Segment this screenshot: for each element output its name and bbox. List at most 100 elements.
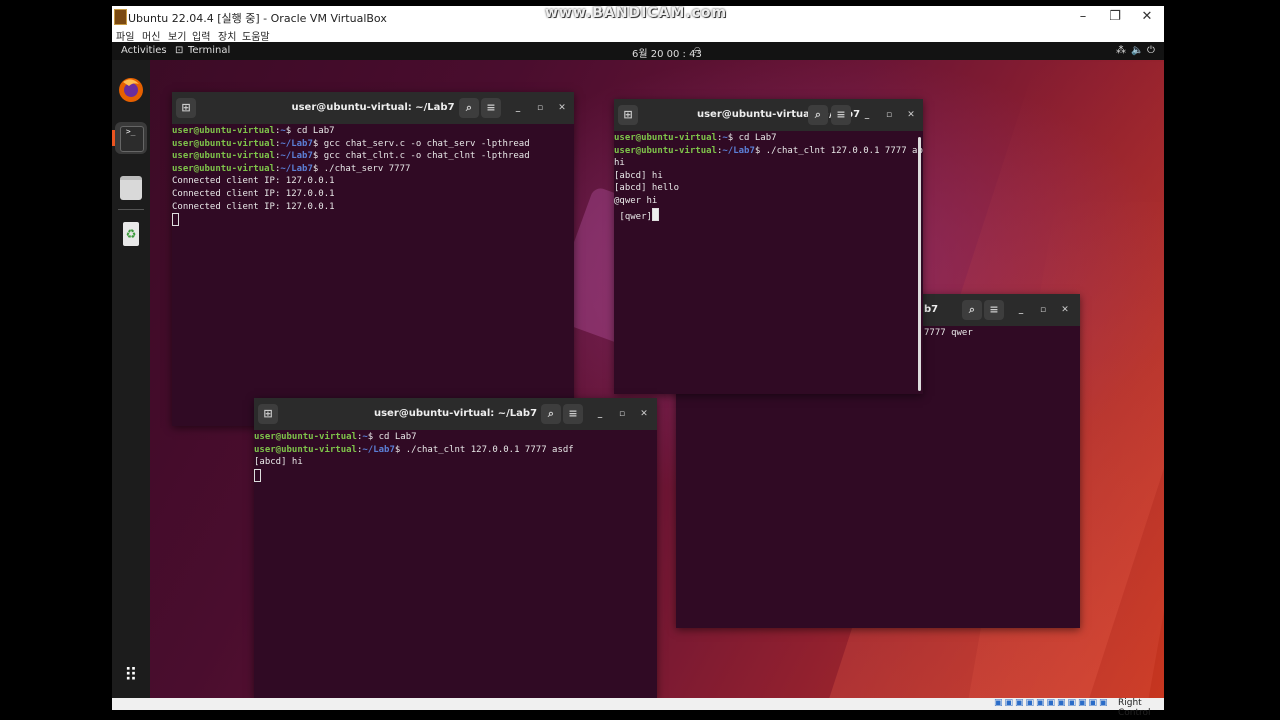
close-icon[interactable]: ✕ — [1058, 303, 1072, 317]
output-line — [254, 468, 657, 482]
vbox-window-title: Ubuntu 22.04.4 [실행 중] - Oracle VM Virtua… — [128, 12, 387, 25]
output-line: user@ubuntu-virtual:~/Lab7$ gcc chat_ser… — [172, 138, 574, 151]
files-icon[interactable] — [115, 170, 147, 202]
terminal-output[interactable]: user@ubuntu-virtual:~$ cd Lab7 user@ubunt… — [254, 431, 657, 698]
guest-desktop: Activities ⊡ Terminal 6월 20 00 : 43 ⍾ ⁂ … — [112, 42, 1164, 698]
terminal-window-asdf[interactable]: ⊞ user@ubuntu-virtual: ~/Lab7 ⌕ ≡ _ ▫ ✕ … — [254, 398, 657, 698]
maximize-button[interactable]: ❐ — [1100, 8, 1130, 26]
close-button[interactable]: ✕ — [1132, 8, 1162, 26]
prompt-path: ~/Lab7 — [280, 138, 313, 149]
app-grid-icon[interactable]: ⠿ — [115, 660, 147, 692]
output-line: [abcd] hi — [254, 456, 657, 469]
minimize-icon[interactable]: _ — [860, 108, 874, 122]
maximize-icon[interactable]: ▫ — [1036, 303, 1050, 317]
minimize-icon[interactable]: _ — [593, 407, 607, 421]
prompt-user: user@ubuntu-virtual — [254, 432, 357, 442]
menu-icon[interactable]: ≡ — [481, 98, 501, 118]
menu-input[interactable]: 입력 — [192, 28, 210, 43]
search-icon[interactable]: ⌕ — [808, 105, 828, 125]
minimize-button[interactable]: – — [1068, 8, 1098, 26]
menu-icon[interactable]: ≡ — [831, 105, 851, 125]
volume-icon[interactable]: 🔈 — [1131, 45, 1143, 56]
firefox-icon[interactable] — [115, 74, 147, 106]
power-icon[interactable]: ⏻ — [1147, 45, 1155, 56]
command-text: ./chat_serv 7777 — [318, 163, 411, 174]
files-glyph — [120, 176, 142, 200]
prompt-path: ~/Lab7 — [280, 151, 313, 162]
output-text: [abcd] hi — [254, 457, 303, 468]
command-text: gcc chat_clnt.c -o chat_clnt -lpthread — [318, 151, 530, 162]
text-cursor — [254, 468, 261, 482]
terminal-window-server[interactable]: ⊞ user@ubuntu-virtual: ~/Lab7 ⌕ ≡ _ ▫ ✕ … — [172, 92, 574, 426]
host-key-label: Right Control — [1118, 698, 1151, 718]
output-text: [abcd] hi — [614, 170, 663, 181]
terminal-header[interactable]: ⊞ user@ubuntu-virtual: ~/Lab7 ⌕ ≡ _ ▫ ✕ — [172, 92, 574, 124]
ubuntu-dock: >_ ♻ ⠿ — [112, 60, 150, 698]
terminal-icon[interactable]: >_ — [115, 122, 147, 154]
running-indicator — [112, 130, 115, 146]
close-icon[interactable]: ✕ — [555, 101, 569, 115]
scrollbar[interactable] — [918, 137, 921, 391]
output-text: @qwer hi — [614, 195, 658, 206]
terminal-app-icon[interactable]: ⊡ — [175, 45, 183, 56]
output-line: user@ubuntu-virtual:~$ cd Lab7 — [614, 132, 923, 145]
output-text: [abcd] hello — [614, 183, 680, 194]
output-text: [qwer] — [614, 211, 652, 222]
maximize-icon[interactable]: ▫ — [533, 101, 547, 115]
prompt-user: user@ubuntu-virtual — [254, 444, 357, 455]
menu-file[interactable]: 파일 — [116, 28, 134, 43]
close-icon[interactable]: ✕ — [637, 407, 651, 421]
command-text: cd Lab7 — [291, 126, 335, 136]
menu-view[interactable]: 보기 — [168, 28, 186, 43]
output-text: Connected client IP: 127.0.0.1 — [172, 188, 335, 199]
terminal-window-abcd[interactable]: ⊞ user@ubuntu-virtual: ~/Lab7 ⌕ ≡ _ ▫ ✕ … — [614, 99, 923, 394]
output-line: Connected client IP: 127.0.0.1 — [172, 188, 574, 201]
text-cursor — [651, 207, 659, 221]
minimize-icon[interactable]: _ — [511, 101, 525, 115]
terminal-output[interactable]: user@ubuntu-virtual:~$ cd Lab7 user@ubunt… — [614, 132, 923, 394]
output-line: hi — [614, 157, 923, 170]
output-line: user@ubuntu-virtual:~/Lab7$ ./chat_clnt … — [254, 444, 657, 457]
search-icon[interactable]: ⌕ — [541, 404, 561, 424]
terminal-output[interactable]: 7777 qwer — [924, 327, 1080, 628]
output-line: user@ubuntu-virtual:~$ cd Lab7 — [172, 125, 574, 138]
output-text: hi — [614, 158, 625, 169]
prompt-user: user@ubuntu-virtual — [172, 163, 275, 174]
vbox-status-bar: ▣▣▣▣▣▣▣▣▣▣▣ Right Control — [112, 698, 1164, 718]
output-line: [abcd] hello — [614, 182, 923, 195]
prompt-user: user@ubuntu-virtual — [172, 151, 275, 162]
output-line: [abcd] hi — [614, 170, 923, 183]
virtualbox-icon — [114, 9, 127, 25]
prompt-user: user@ubuntu-virtual — [614, 145, 717, 156]
recycle-glyph: ♻ — [123, 222, 139, 246]
close-icon[interactable]: ✕ — [904, 108, 918, 122]
trash-icon[interactable]: ♻ — [115, 218, 147, 250]
terminal-header[interactable]: ⊞ user@ubuntu-virtual: ~/Lab7 ⌕ ≡ _ ▫ ✕ — [614, 99, 923, 131]
output-line: user@ubuntu-virtual:~/Lab7$ ./chat_serv … — [172, 163, 574, 176]
vbox-menu-bar: 파일 머신 보기 입력 장치 도움말 — [112, 28, 1164, 43]
menu-machine[interactable]: 머신 — [142, 28, 160, 43]
prompt-user: user@ubuntu-virtual — [614, 133, 717, 143]
terminal-output[interactable]: user@ubuntu-virtual:~$ cd Lab7 user@ubunt… — [172, 125, 574, 426]
command-text: ./chat_clnt 127.0.0.1 7777 asdf — [400, 444, 574, 455]
prompt-path: ~/Lab7 — [280, 163, 313, 174]
menu-help[interactable]: 도움말 — [242, 28, 270, 43]
network-icon[interactable]: ⁂ — [1116, 45, 1126, 56]
output-line: @qwer hi — [614, 195, 923, 208]
output-line: user@ubuntu-virtual:~/Lab7$ gcc chat_cln… — [172, 150, 574, 163]
maximize-icon[interactable]: ▫ — [882, 108, 896, 122]
menu-icon[interactable]: ≡ — [984, 300, 1004, 320]
menu-icon[interactable]: ≡ — [563, 404, 583, 424]
minimize-icon[interactable]: _ — [1014, 303, 1028, 317]
menu-devices[interactable]: 장치 — [218, 28, 236, 43]
maximize-icon[interactable]: ▫ — [615, 407, 629, 421]
search-icon[interactable]: ⌕ — [962, 300, 982, 320]
activities-button[interactable]: Activities — [121, 45, 167, 56]
command-text: cd Lab7 — [733, 133, 777, 143]
prompt-user: user@ubuntu-virtual — [172, 138, 275, 149]
clock[interactable]: 6월 20 00 : 43 — [632, 45, 702, 60]
search-icon[interactable]: ⌕ — [459, 98, 479, 118]
app-menu-label[interactable]: Terminal — [188, 45, 230, 56]
device-status-icons[interactable]: ▣▣▣▣▣▣▣▣▣▣▣ — [994, 698, 1110, 708]
terminal-header[interactable]: ⊞ user@ubuntu-virtual: ~/Lab7 ⌕ ≡ _ ▫ ✕ — [254, 398, 657, 430]
